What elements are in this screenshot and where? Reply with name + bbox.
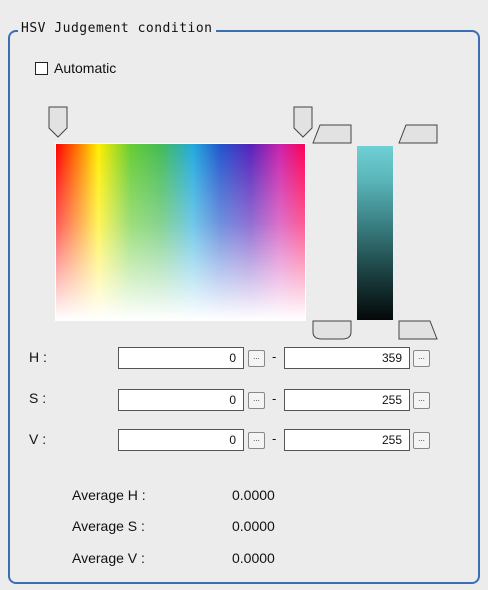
s-separator: - (272, 391, 277, 406)
average-s-label: Average S : (72, 518, 145, 534)
v-max-browse-button[interactable]: ... (413, 432, 430, 449)
v-min-field[interactable]: 0 (118, 429, 244, 451)
h-min-field[interactable]: 0 (118, 347, 244, 369)
h-max-browse-button[interactable]: ... (413, 350, 430, 367)
average-h-value: 0.0000 (232, 487, 275, 503)
h-label: H : (29, 349, 47, 365)
group-title: HSV Judgement condition (18, 21, 216, 36)
value-max-handle-right-icon[interactable] (398, 124, 438, 144)
value-min-handle-left-icon[interactable] (312, 320, 352, 340)
v-separator: - (272, 431, 277, 446)
automatic-checkbox-row[interactable]: Automatic (35, 60, 116, 76)
average-v-label: Average V : (72, 550, 145, 566)
automatic-checkbox[interactable] (35, 61, 48, 75)
average-h-label: Average H : (72, 487, 146, 503)
v-max-field[interactable]: 255 (284, 429, 410, 451)
hue-max-handle-icon[interactable] (293, 106, 313, 138)
s-min-browse-button[interactable]: ... (248, 392, 265, 409)
v-label: V : (29, 431, 47, 447)
v-min-browse-button[interactable]: ... (248, 432, 265, 449)
average-v-value: 0.0000 (232, 550, 275, 566)
value-max-handle-left-icon[interactable] (312, 124, 352, 144)
hue-min-handle-icon[interactable] (48, 106, 68, 138)
value-min-handle-right-icon[interactable] (398, 320, 438, 340)
average-s-value: 0.0000 (232, 518, 275, 534)
h-max-field[interactable]: 359 (284, 347, 410, 369)
s-max-browse-button[interactable]: ... (413, 392, 430, 409)
h-min-browse-button[interactable]: ... (248, 350, 265, 367)
hue-saturation-palette[interactable] (55, 143, 306, 321)
automatic-label: Automatic (54, 60, 117, 76)
s-label: S : (29, 390, 47, 406)
s-max-field[interactable]: 255 (284, 389, 410, 411)
value-bar[interactable] (357, 146, 393, 320)
h-separator: - (272, 349, 277, 364)
s-min-field[interactable]: 0 (118, 389, 244, 411)
